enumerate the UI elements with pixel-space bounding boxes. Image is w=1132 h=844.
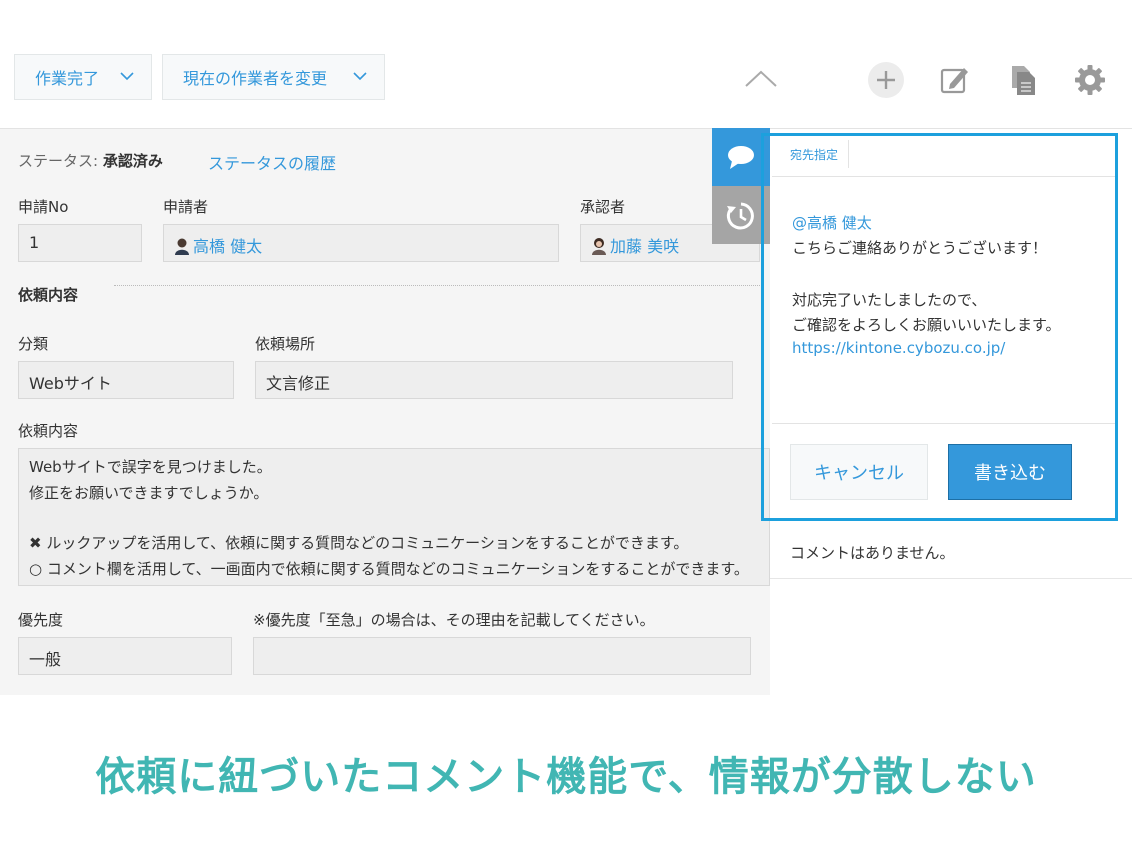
- change-assignee-dropdown[interactable]: 現在の作業者を変更: [162, 54, 385, 100]
- comment-line: こちらご連絡ありがとうございます！: [792, 239, 1048, 257]
- edit-icon[interactable]: [936, 62, 972, 98]
- history-clock-icon: [726, 202, 754, 230]
- chevron-down-icon: [353, 72, 367, 81]
- complete-task-label: 作業完了: [35, 69, 100, 88]
- no-comments-message: コメントはありません。: [790, 544, 955, 562]
- approver-label: 承認者: [580, 198, 626, 216]
- user-avatar-icon: [592, 238, 606, 255]
- status-row: ステータス: 承認済み: [18, 150, 163, 171]
- applicant-label: 申請者: [163, 198, 209, 216]
- complete-task-dropdown[interactable]: 作業完了: [14, 54, 152, 100]
- cancel-button[interactable]: キャンセル: [790, 444, 928, 500]
- section-title: 依頼内容: [18, 286, 79, 304]
- comment-list: コメントはありません。: [770, 528, 1132, 579]
- applicant-field: 高橋 健太: [163, 224, 559, 262]
- comment-line: 対応完了いたしましたので、: [792, 291, 987, 309]
- comment-link[interactable]: https://kintone.cybozu.co.jp/: [792, 339, 1005, 357]
- post-comment-button[interactable]: 書き込む: [948, 444, 1072, 500]
- application-no-label: 申請No: [18, 198, 69, 216]
- category-label: 分類: [18, 335, 49, 353]
- caption-headline: 依頼に紐づいたコメント機能で、情報が分散しない: [95, 754, 1037, 800]
- status-history-link[interactable]: ステータスの履歴: [208, 150, 336, 174]
- status-value: 承認済み: [102, 152, 163, 170]
- request-details-line: Webサイトで誤字を見つけました。: [29, 458, 272, 476]
- comments-tab[interactable]: [712, 128, 770, 186]
- chevron-down-icon: [120, 72, 134, 81]
- approver-user-link[interactable]: 加藤 美咲: [610, 237, 679, 256]
- duplicate-record-icon[interactable]: [1004, 62, 1040, 98]
- add-record-icon[interactable]: [868, 62, 904, 98]
- status-label: ステータス:: [18, 152, 99, 170]
- user-avatar-icon: [175, 238, 189, 255]
- request-location-label: 依頼場所: [255, 335, 316, 353]
- mention-tab[interactable]: 宛先指定: [780, 140, 850, 168]
- comment-mention[interactable]: @高橋 健太: [792, 212, 872, 233]
- request-details-label: 依頼内容: [18, 422, 79, 440]
- request-details-line: 修正をお願いできますでしょうか。: [29, 483, 269, 502]
- urgent-reason-label: ※優先度「至急」の場合は、その理由を記載してください。: [253, 611, 655, 629]
- section-divider: [114, 285, 760, 286]
- settings-gear-icon[interactable]: [1072, 62, 1108, 98]
- request-details-blank-line: [29, 506, 759, 531]
- priority-field: 一般: [18, 637, 232, 675]
- request-details-line: ○ コメント欄を活用して、一画面内で依頼に関する質問などのコミュニケーションをす…: [29, 559, 749, 578]
- category-field: Webサイト: [18, 361, 234, 399]
- application-no-field: 1: [18, 224, 142, 262]
- request-details-line: ✖ ルックアップを活用して、依頼に関する質問などのコミュニケーションをすることが…: [29, 534, 689, 552]
- speech-bubble-icon: [728, 146, 754, 169]
- request-location-field: 文言修正: [255, 361, 733, 399]
- change-assignee-label: 現在の作業者を変更: [183, 69, 328, 88]
- comment-line: ご確認をよろしくお願いいいたします。: [792, 316, 1061, 334]
- request-details-field: Webサイトで誤字を見つけました。 修正をお願いできますでしょうか。 ✖ ルック…: [18, 448, 770, 586]
- history-tab[interactable]: [712, 186, 770, 244]
- priority-label: 優先度: [18, 611, 64, 629]
- applicant-user-link[interactable]: 高橋 健太: [193, 237, 262, 256]
- chevron-up-icon[interactable]: [742, 64, 780, 94]
- urgent-reason-field: [253, 637, 751, 675]
